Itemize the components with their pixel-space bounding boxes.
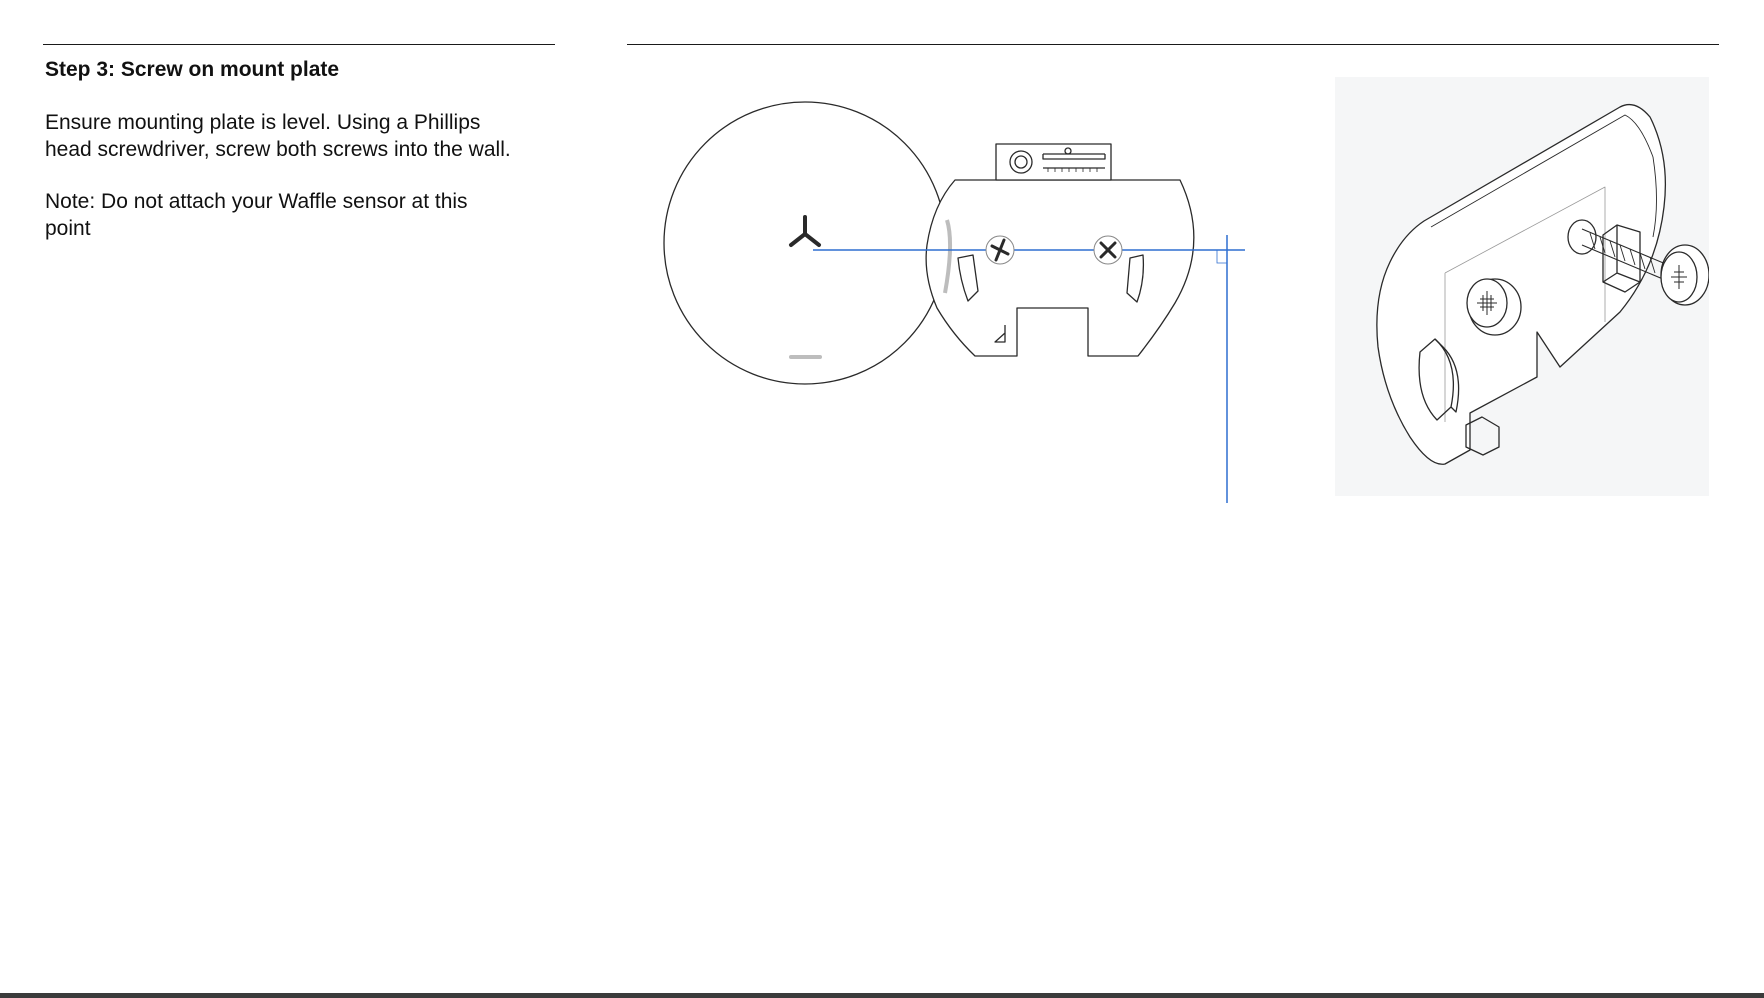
iso-mount-plate-icon (1376, 103, 1709, 465)
bubble-level-icon (995, 143, 1112, 181)
instruction-column: Step 3: Screw on mount plate Ensure moun… (45, 56, 515, 242)
sensor-disc-icon (663, 101, 947, 385)
instruction-text: Ensure mounting plate is level. Using a … (45, 111, 511, 161)
note-text: Note: Do not attach your Waffle sensor a… (45, 190, 468, 240)
section-divider-left (43, 44, 555, 45)
mount-plate-icon (925, 179, 1195, 357)
front-view-diagram (663, 101, 1245, 503)
bottom-edge-bar (0, 993, 1764, 998)
isometric-view-panel (1335, 77, 1709, 496)
step-title: Step 3: Screw on mount plate (45, 58, 340, 81)
section-divider-right (627, 44, 1719, 45)
